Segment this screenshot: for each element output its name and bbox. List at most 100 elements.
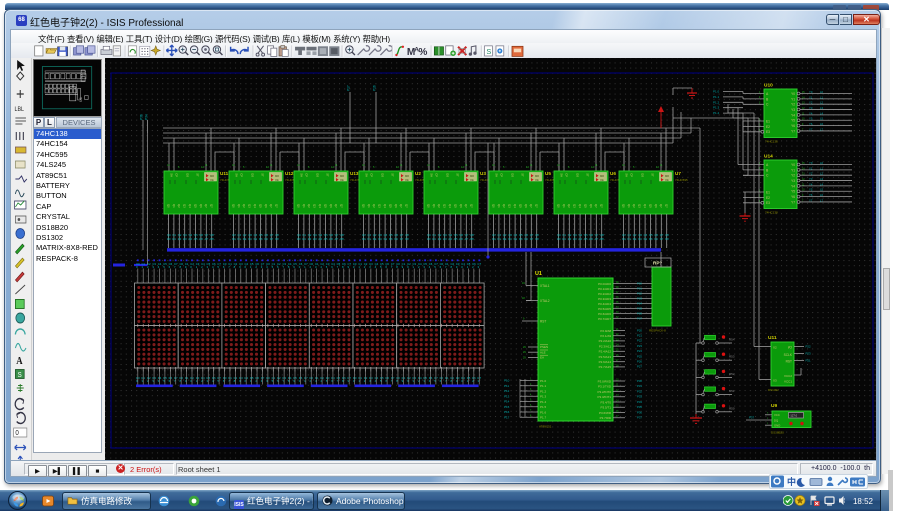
svg-text:P2.5/A13: P2.5/A13 bbox=[599, 355, 612, 359]
svg-text:D2: D2 bbox=[568, 237, 572, 241]
svg-text:P1.3: P1.3 bbox=[713, 106, 720, 110]
svg-text:SH: SH bbox=[560, 173, 564, 177]
svg-text:Q7: Q7 bbox=[535, 204, 539, 208]
svg-text:D2: D2 bbox=[308, 237, 312, 241]
svg-text:Y2: Y2 bbox=[791, 103, 795, 107]
svg-text:D1: D1 bbox=[497, 237, 501, 241]
svg-text:D4: D4 bbox=[384, 237, 388, 241]
svg-text:Y1: Y1 bbox=[791, 97, 795, 101]
svg-text:MR: MR bbox=[340, 174, 344, 178]
svg-text:D7: D7 bbox=[270, 237, 274, 241]
svg-text:Q8: Q8 bbox=[340, 233, 344, 237]
svg-text:L5: L5 bbox=[820, 188, 824, 192]
svg-text:Q2: Q2 bbox=[177, 204, 181, 208]
svg-text:P16: P16 bbox=[504, 410, 510, 414]
svg-text:P0.7/AD7: P0.7/AD7 bbox=[598, 317, 611, 321]
svg-text:SH: SH bbox=[300, 173, 304, 177]
svg-text:E2: E2 bbox=[766, 125, 770, 129]
svg-text:ALE: ALE bbox=[540, 350, 546, 354]
svg-text:Y0: Y0 bbox=[791, 163, 795, 167]
svg-text:X3: X3 bbox=[773, 379, 777, 383]
svg-text:D8: D8 bbox=[210, 237, 214, 241]
svg-text:L3: L3 bbox=[820, 106, 824, 110]
svg-text:P35: P35 bbox=[637, 405, 642, 409]
svg-text:P17: P17 bbox=[347, 85, 351, 91]
svg-text:P15: P15 bbox=[504, 405, 510, 409]
svg-text:L0: L0 bbox=[820, 90, 824, 94]
svg-text:P2.1/A9: P2.1/A9 bbox=[600, 334, 611, 338]
svg-text:P2.2/A10: P2.2/A10 bbox=[599, 339, 612, 343]
svg-text:0: 0 bbox=[15, 430, 19, 437]
svg-text:D4: D4 bbox=[189, 237, 193, 241]
svg-text:ST: ST bbox=[261, 173, 265, 177]
svg-text:Q4: Q4 bbox=[253, 204, 257, 208]
svg-text:Q1: Q1 bbox=[237, 233, 241, 237]
svg-text:P17: P17 bbox=[504, 415, 510, 419]
svg-text:Q7: Q7 bbox=[470, 204, 474, 208]
svg-text:P3.7/RD: P3.7/RD bbox=[600, 416, 612, 420]
svg-text:RESPACK-8: RESPACK-8 bbox=[649, 329, 666, 333]
svg-text:Q5: Q5 bbox=[584, 233, 588, 237]
svg-text:OE: OE bbox=[535, 178, 539, 182]
svg-text:D4: D4 bbox=[449, 237, 453, 241]
svg-text:ST: ST bbox=[456, 173, 460, 177]
svg-text:Q4: Q4 bbox=[644, 233, 648, 237]
svg-text:Q7: Q7 bbox=[399, 204, 403, 208]
svg-text:Y1: Y1 bbox=[809, 166, 813, 170]
svg-text:P3.4/T0: P3.4/T0 bbox=[600, 400, 611, 404]
svg-text:P21: P21 bbox=[637, 334, 642, 338]
svg-text:Q7: Q7 bbox=[334, 204, 338, 208]
svg-text:Q4: Q4 bbox=[579, 233, 583, 237]
svg-text:L7: L7 bbox=[820, 198, 824, 202]
svg-text:Y4: Y4 bbox=[809, 111, 813, 115]
svg-text:U11: U11 bbox=[220, 171, 229, 176]
svg-text:Q1: Q1 bbox=[237, 204, 241, 208]
svg-text:Q1: Q1 bbox=[627, 233, 631, 237]
svg-text:D7: D7 bbox=[530, 237, 534, 241]
svg-text:Q0: Q0 bbox=[231, 204, 235, 208]
svg-text:D8: D8 bbox=[340, 237, 344, 241]
svg-text:P21: P21 bbox=[806, 359, 812, 363]
svg-text:P00: P00 bbox=[637, 281, 642, 285]
svg-text:D5: D5 bbox=[259, 237, 263, 241]
svg-text:D7: D7 bbox=[205, 237, 209, 241]
svg-text:D3: D3 bbox=[313, 237, 317, 241]
svg-text:MR: MR bbox=[535, 174, 539, 178]
svg-text:Q5: Q5 bbox=[323, 204, 327, 208]
svg-text:Q1: Q1 bbox=[562, 233, 566, 237]
svg-text:Y2: Y2 bbox=[791, 174, 795, 178]
svg-text:MR: MR bbox=[210, 174, 214, 178]
svg-text:RST: RST bbox=[786, 360, 792, 364]
svg-text:U1: U1 bbox=[535, 271, 542, 277]
svg-text:L4: L4 bbox=[820, 182, 824, 186]
svg-text:Q3: Q3 bbox=[508, 233, 512, 237]
svg-text:P3.0/RXD: P3.0/RXD bbox=[598, 379, 612, 383]
svg-text:P23: P23 bbox=[806, 352, 812, 356]
svg-text:U13: U13 bbox=[350, 171, 359, 176]
svg-text:Q5: Q5 bbox=[649, 233, 653, 237]
svg-text:Q8: Q8 bbox=[600, 233, 604, 237]
svg-text:D4: D4 bbox=[254, 237, 258, 241]
svg-text:Q5: Q5 bbox=[518, 204, 522, 208]
svg-text:Q4: Q4 bbox=[514, 233, 518, 237]
svg-text:Q6: Q6 bbox=[199, 204, 203, 208]
svg-text:Q4: Q4 bbox=[319, 233, 323, 237]
svg-text:Q0: Q0 bbox=[426, 204, 430, 208]
svg-text:Q1: Q1 bbox=[172, 204, 176, 208]
svg-text:L6: L6 bbox=[820, 193, 824, 197]
svg-text:XTAL2: XTAL2 bbox=[540, 299, 550, 303]
svg-text:Y6: Y6 bbox=[809, 193, 813, 197]
svg-text:Y2: Y2 bbox=[809, 172, 813, 176]
svg-text:Q1: Q1 bbox=[497, 233, 501, 237]
svg-text:P01: P01 bbox=[637, 286, 642, 290]
svg-text:Q7: Q7 bbox=[595, 233, 599, 237]
svg-text:P20: P20 bbox=[637, 328, 642, 332]
svg-text:Q4: Q4 bbox=[383, 204, 387, 208]
svg-text:CP: CP bbox=[630, 173, 634, 177]
svg-text:D4: D4 bbox=[319, 237, 323, 241]
svg-text:Y0: Y0 bbox=[809, 90, 813, 94]
svg-text:DS: DS bbox=[381, 173, 385, 177]
svg-text:P1.0: P1.0 bbox=[713, 90, 720, 94]
svg-text:Q8: Q8 bbox=[405, 233, 409, 237]
svg-text:DS: DS bbox=[316, 173, 320, 177]
